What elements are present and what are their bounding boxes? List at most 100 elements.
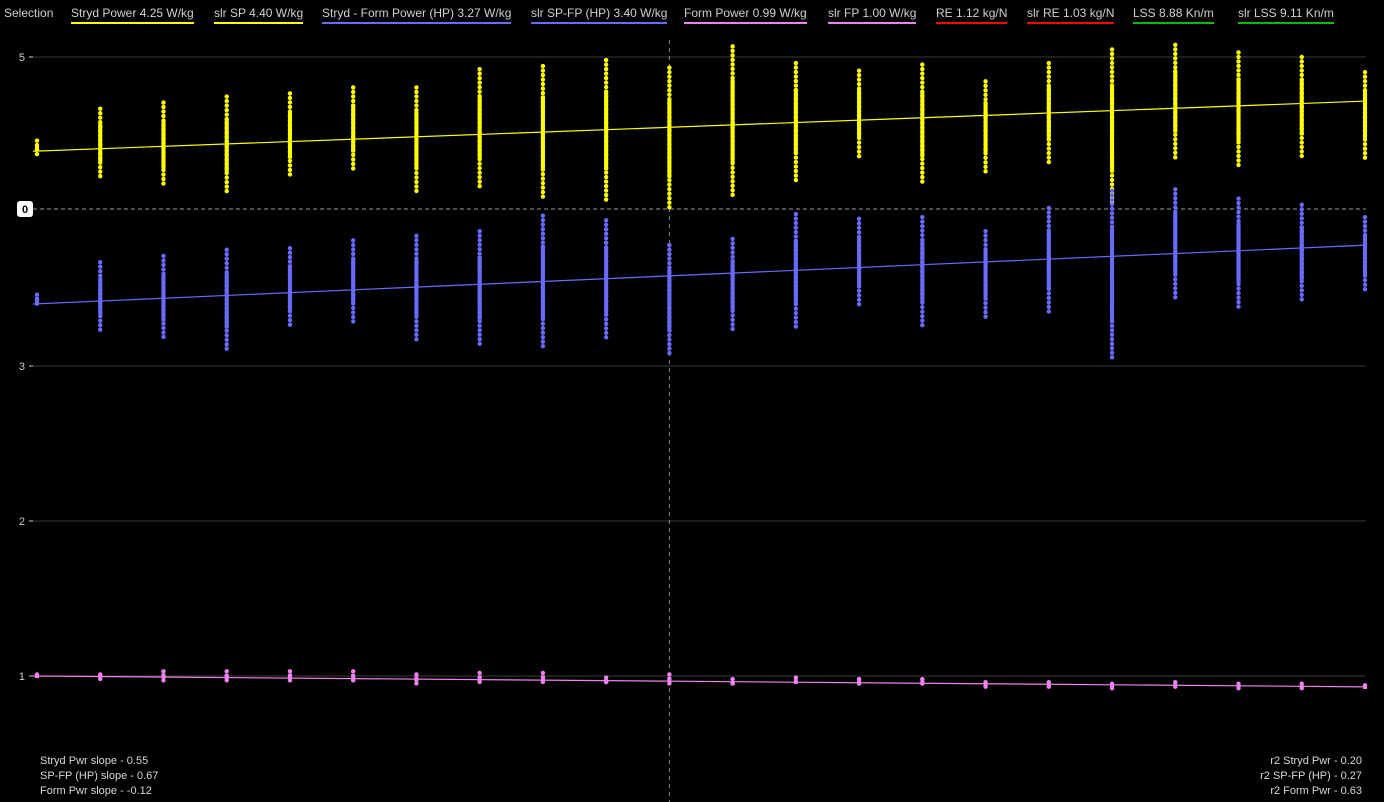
data-point: [540, 176, 546, 181]
legend-item[interactable]: RE 1.12 kg/N: [936, 6, 1008, 24]
data-point: [603, 197, 609, 202]
data-point: [161, 303, 166, 308]
data-point: [793, 137, 799, 142]
chart-plot-area[interactable]: 1 2 3 5 0: [0, 0, 1384, 802]
data-point: [98, 151, 103, 156]
legend-title: Selection: [4, 6, 54, 20]
data-point: [1236, 299, 1241, 305]
data-point: [414, 296, 419, 301]
data-point: [1173, 187, 1178, 192]
data-point: [793, 164, 799, 169]
legend-item[interactable]: Stryd - Form Power (HP) 3.27 W/kg: [322, 6, 512, 24]
data-point: [920, 156, 925, 162]
data-point: [540, 149, 546, 154]
data-point: [1236, 232, 1241, 237]
data-point: [224, 247, 229, 252]
data-point: [603, 98, 609, 103]
data-point: [224, 274, 229, 279]
legend-item[interactable]: slr FP 1.00 W/kg: [828, 6, 917, 24]
data-point: [603, 89, 609, 94]
data-point: [920, 676, 925, 682]
data-point: [414, 98, 419, 104]
data-point: [793, 168, 799, 174]
data-point: [287, 154, 293, 159]
legend-item[interactable]: slr SP 4.40 W/kg: [214, 6, 304, 24]
data-point: [920, 170, 925, 175]
data-point: [477, 255, 482, 261]
data-point: [1109, 74, 1115, 79]
legend-item[interactable]: Stryd Power 4.25 W/kg: [71, 6, 194, 24]
data-point: [161, 109, 166, 114]
legend-item[interactable]: slr SP-FP (HP) 3.40 W/kg: [531, 6, 668, 24]
data-point: [477, 273, 482, 279]
data-point: [920, 147, 925, 153]
legend-item[interactable]: slr LSS 9.11 Kn/m: [1238, 6, 1334, 24]
data-point: [730, 188, 735, 193]
data-point: [1362, 155, 1368, 160]
data-point: [667, 274, 672, 279]
data-point: [477, 84, 482, 90]
data-point: [730, 71, 735, 76]
data-point: [1236, 236, 1241, 242]
data-point: [730, 268, 735, 273]
trend-line: [32, 100, 1367, 152]
data-point: [856, 270, 862, 275]
data-point: [1299, 77, 1304, 82]
data-point: [98, 313, 103, 319]
data-point: [1109, 197, 1115, 203]
data-point: [477, 228, 482, 234]
data-point: [1299, 59, 1304, 64]
data-point: [98, 164, 103, 170]
data-point: [983, 282, 988, 288]
data-point: [1173, 132, 1178, 138]
data-point: [730, 165, 735, 171]
data-point: [350, 292, 356, 297]
data-point: [1173, 214, 1178, 219]
data-point: [856, 243, 862, 248]
data-point: [350, 314, 356, 320]
data-point: [603, 188, 609, 193]
data-point: [224, 337, 229, 342]
data-point: [983, 92, 988, 98]
data-point: [1109, 292, 1115, 297]
data-point: [1046, 237, 1052, 242]
data-point: [1299, 95, 1304, 100]
data-point: [477, 675, 482, 680]
data-point: [1109, 328, 1115, 333]
data-point: [793, 229, 799, 235]
data-point: [414, 233, 419, 238]
legend-item[interactable]: Form Power 0.99 W/kg: [684, 6, 807, 24]
data-point: [414, 148, 419, 153]
data-point: [1046, 223, 1052, 229]
data-point: [414, 310, 419, 315]
data-point: [603, 294, 609, 299]
data-point: [603, 285, 609, 290]
data-point: [603, 161, 609, 166]
data-point: [161, 280, 166, 286]
data-point: [540, 144, 546, 150]
data-point: [730, 93, 735, 99]
stat-stryd-slope: Stryd Pwr slope - 0.55: [40, 755, 149, 767]
data-point: [983, 133, 988, 138]
data-point: [1299, 63, 1304, 69]
data-point: [920, 323, 925, 328]
data-point: [1109, 56, 1115, 61]
data-point: [920, 318, 925, 323]
data-point: [1109, 287, 1115, 293]
data-point: [667, 681, 672, 686]
data-point: [1236, 153, 1241, 159]
data-point: [920, 102, 925, 108]
legend-item[interactable]: LSS 8.88 Kn/m: [1133, 6, 1214, 24]
legend-item[interactable]: slr RE 1.03 kg/N: [1027, 6, 1115, 24]
data-point: [730, 143, 735, 148]
data-point: [540, 189, 546, 195]
data-point: [793, 96, 799, 102]
data-point: [98, 142, 103, 147]
data-point: [414, 265, 419, 270]
data-point: [350, 319, 356, 324]
data-point: [1109, 265, 1115, 270]
data-point: [1236, 295, 1241, 300]
data-point: [856, 234, 862, 239]
data-point: [920, 120, 925, 126]
data-point: [667, 96, 672, 102]
